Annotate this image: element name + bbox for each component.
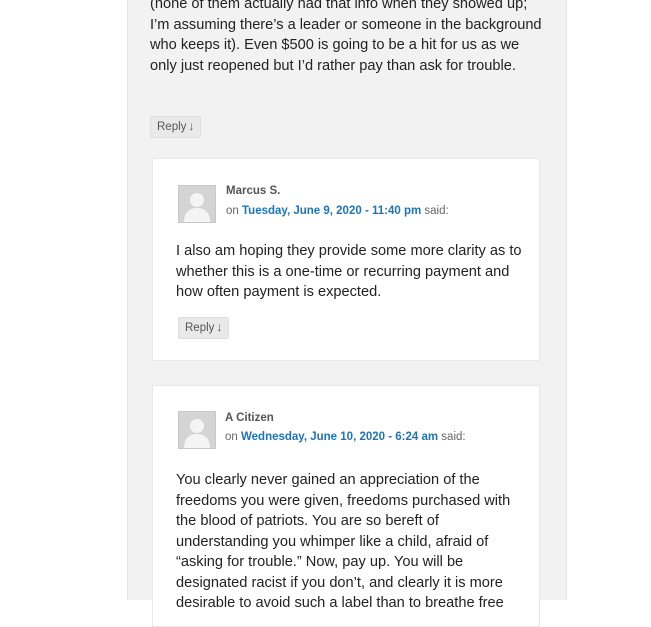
reply-button[interactable]: Reply ↓ bbox=[178, 317, 230, 339]
comment-meta: on Tuesday, June 9, 2020 - 11:40 pm said… bbox=[226, 205, 449, 217]
comment-date-link[interactable]: Tuesday, June 9, 2020 - 11:40 pm bbox=[242, 205, 421, 217]
default-avatar-icon bbox=[179, 186, 215, 222]
default-avatar-icon bbox=[179, 412, 215, 448]
comment-author: A Citizen bbox=[225, 412, 274, 424]
reply-label: Reply bbox=[185, 322, 215, 334]
meta-said: said: bbox=[424, 205, 449, 217]
comment-date-link[interactable]: Wednesday, June 10, 2020 - 6:24 am bbox=[241, 431, 438, 443]
arrow-down-icon: ↓ bbox=[216, 320, 223, 334]
comment-meta: on Wednesday, June 10, 2020 - 6:24 am sa… bbox=[225, 431, 466, 443]
comment-card: Marcus S. on Tuesday, June 9, 2020 - 11:… bbox=[152, 158, 540, 361]
comment-author: Marcus S. bbox=[226, 185, 281, 197]
avatar bbox=[178, 411, 216, 449]
reply-button[interactable]: Reply ↓ bbox=[150, 116, 202, 138]
meta-on: on bbox=[226, 205, 239, 217]
meta-said: said: bbox=[441, 431, 466, 443]
comment-text: I also am hoping they provide some more … bbox=[176, 243, 522, 300]
comment-card: A Citizen on Wednesday, June 10, 2020 - … bbox=[152, 385, 540, 627]
reply-label: Reply bbox=[157, 121, 187, 133]
meta-on: on bbox=[225, 431, 238, 443]
arrow-down-icon: ↓ bbox=[188, 119, 195, 133]
avatar bbox=[178, 185, 216, 223]
comment-text: You clearly never gained an appreciation… bbox=[176, 472, 511, 611]
parent-comment-text: (none of them actually had that info whe… bbox=[150, 0, 542, 74]
